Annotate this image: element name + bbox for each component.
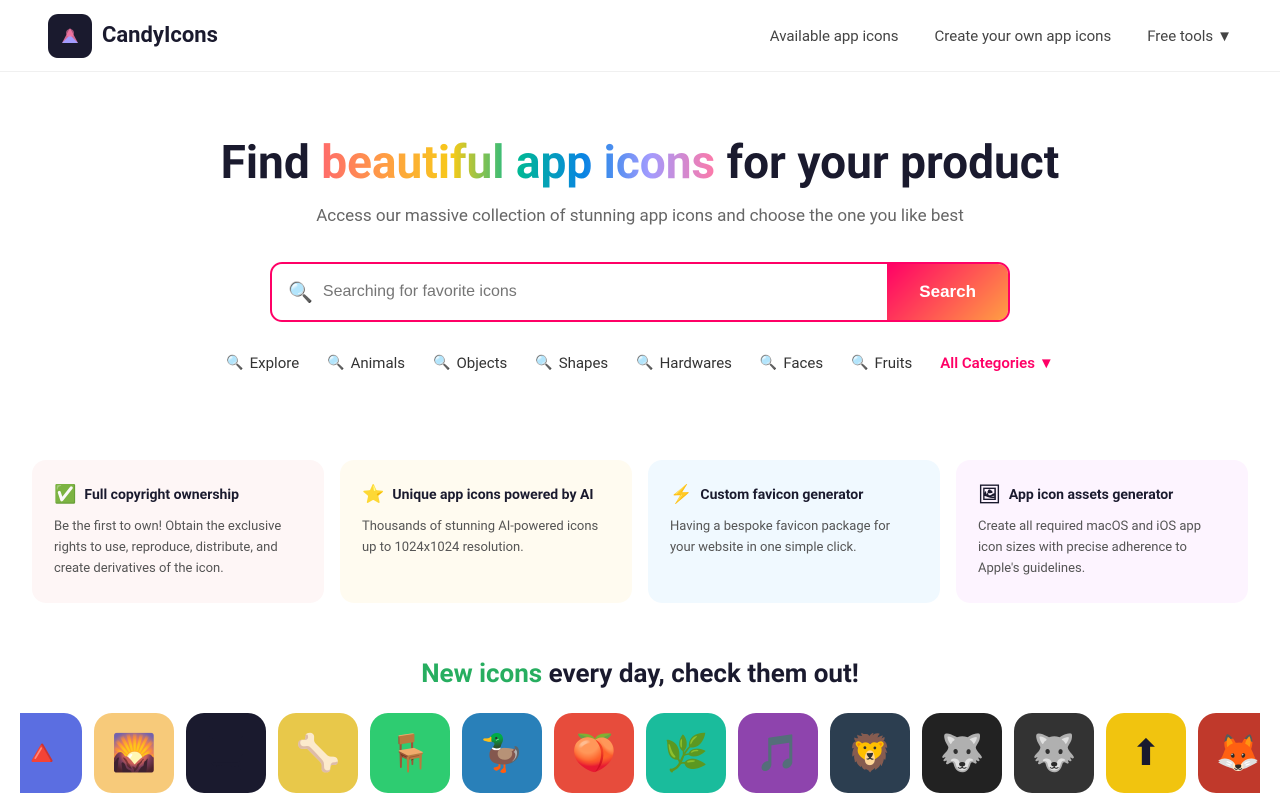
icons-row: 🔺🌄🖥🦴🪑🦆🍑🌿🎵🦁🐺🐺⬆🦊 bbox=[20, 713, 1260, 793]
app-icon-5[interactable]: 🦆 bbox=[462, 713, 542, 793]
app-icon-9[interactable]: 🦁 bbox=[830, 713, 910, 793]
cat-animals[interactable]: 🔍 Animals bbox=[327, 354, 405, 372]
feature-title-favicon: ⚡ Custom favicon generator bbox=[670, 484, 918, 505]
search-icon: 🔍 bbox=[851, 355, 868, 371]
hero-section: Find beautiful app icons for your produc… bbox=[0, 72, 1280, 460]
new-icons-title: New icons every day, check them out! bbox=[20, 659, 1260, 689]
search-icon: 🔍 bbox=[288, 280, 313, 304]
app-icon-3[interactable]: 🦴 bbox=[278, 713, 358, 793]
nav-available-icons[interactable]: Available app icons bbox=[770, 27, 899, 45]
nav-create-icons[interactable]: Create your own app icons bbox=[935, 27, 1112, 45]
cat-all[interactable]: All Categories ▼ bbox=[940, 354, 1053, 372]
app-icon-11[interactable]: 🐺 bbox=[1014, 713, 1094, 793]
feature-card-assets: 🖼 App icon assets generator Create all r… bbox=[956, 460, 1248, 603]
cat-fruits[interactable]: 🔍 Fruits bbox=[851, 354, 912, 372]
app-icon-7[interactable]: 🌿 bbox=[646, 713, 726, 793]
search-icon: 🔍 bbox=[433, 355, 450, 371]
app-icon-8[interactable]: 🎵 bbox=[738, 713, 818, 793]
cat-faces[interactable]: 🔍 Faces bbox=[760, 354, 823, 372]
categories-bar: 🔍 Explore 🔍 Animals 🔍 Objects 🔍 Shapes 🔍… bbox=[20, 354, 1260, 372]
nav-free-tools[interactable]: Free tools ▼ bbox=[1147, 27, 1232, 45]
feature-card-ai: ⭐ Unique app icons powered by AI Thousan… bbox=[340, 460, 632, 603]
hero-subtext: Access our massive collection of stunnin… bbox=[20, 206, 1260, 226]
feature-card-copyright: ✅ Full copyright ownership Be the first … bbox=[32, 460, 324, 603]
search-input-area: 🔍 bbox=[272, 265, 887, 319]
logo-area[interactable]: CandyIcons bbox=[48, 14, 218, 58]
cat-explore[interactable]: 🔍 Explore bbox=[226, 354, 299, 372]
image-icon: 🖼 bbox=[978, 484, 1001, 505]
chevron-down-icon: ▼ bbox=[1039, 354, 1054, 372]
logo-text: CandyIcons bbox=[102, 23, 218, 48]
feature-title-copyright: ✅ Full copyright ownership bbox=[54, 484, 302, 505]
hero-heading: Find beautiful app icons for your produc… bbox=[20, 136, 1260, 190]
search-icon: 🔍 bbox=[226, 355, 243, 371]
search-box: 🔍 Search bbox=[270, 262, 1010, 322]
search-icon: 🔍 bbox=[327, 355, 344, 371]
search-icon: 🔍 bbox=[636, 355, 653, 371]
cat-shapes[interactable]: 🔍 Shapes bbox=[535, 354, 608, 372]
search-wrapper: 🔍 Search bbox=[20, 262, 1260, 322]
new-icons-section: New icons every day, check them out! 🔺🌄🖥… bbox=[0, 659, 1280, 793]
feature-title-assets: 🖼 App icon assets generator bbox=[978, 484, 1226, 505]
nav-links: Available app icons Create your own app … bbox=[770, 27, 1232, 45]
chevron-down-icon: ▼ bbox=[1217, 27, 1232, 45]
search-icon: 🔍 bbox=[760, 355, 777, 371]
app-icon-1[interactable]: 🌄 bbox=[94, 713, 174, 793]
app-icon-6[interactable]: 🍑 bbox=[554, 713, 634, 793]
feature-card-favicon: ⚡ Custom favicon generator Having a besp… bbox=[648, 460, 940, 603]
cat-objects[interactable]: 🔍 Objects bbox=[433, 354, 507, 372]
star-icon: ⭐ bbox=[362, 484, 384, 505]
feature-title-ai: ⭐ Unique app icons powered by AI bbox=[362, 484, 610, 505]
search-icon: 🔍 bbox=[535, 355, 552, 371]
features-grid: ✅ Full copyright ownership Be the first … bbox=[0, 460, 1280, 603]
search-button[interactable]: Search bbox=[887, 264, 1008, 320]
app-icon-13[interactable]: 🦊 bbox=[1198, 713, 1260, 793]
app-icon-10[interactable]: 🐺 bbox=[922, 713, 1002, 793]
app-icon-0[interactable]: 🔺 bbox=[20, 713, 82, 793]
app-icon-12[interactable]: ⬆ bbox=[1106, 713, 1186, 793]
app-icon-2[interactable]: 🖥 bbox=[186, 713, 266, 793]
navbar: CandyIcons Available app icons Create yo… bbox=[0, 0, 1280, 72]
lightning-icon: ⚡ bbox=[670, 484, 692, 505]
logo-icon bbox=[48, 14, 92, 58]
search-input[interactable] bbox=[323, 265, 871, 319]
cat-hardwares[interactable]: 🔍 Hardwares bbox=[636, 354, 732, 372]
app-icon-4[interactable]: 🪑 bbox=[370, 713, 450, 793]
checkmark-icon: ✅ bbox=[54, 484, 76, 505]
